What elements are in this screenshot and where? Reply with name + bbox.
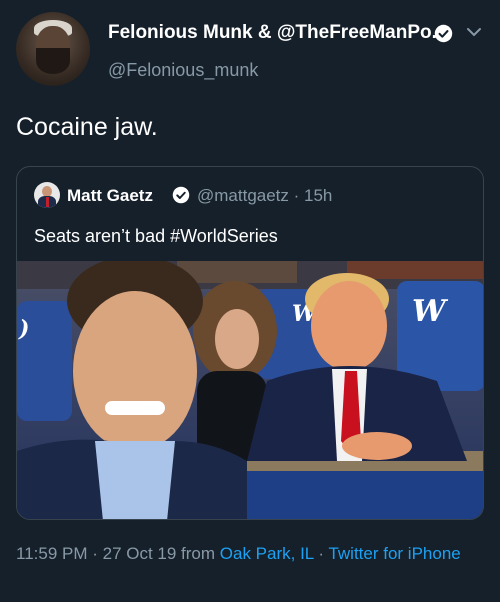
svg-text:W: W <box>412 294 449 329</box>
photo-illustration: W W ) <box>17 261 483 519</box>
tweet-meta: 11:59 PM · 27 Oct 19 from Oak Park, IL ·… <box>16 540 486 568</box>
verified-icon <box>172 186 190 204</box>
avatar-tie <box>46 197 49 207</box>
author-handle[interactable]: @Felonious_munk <box>108 60 258 81</box>
quoted-author-avatar <box>34 182 60 208</box>
svg-text:): ) <box>18 316 29 342</box>
quoted-tweet-card[interactable]: Matt Gaetz @mattgaetz · 15h Seats aren’t… <box>16 166 484 520</box>
location-link[interactable]: Oak Park, IL <box>220 544 314 563</box>
tweet-text: Cocaine jaw. <box>16 113 158 141</box>
separator: · <box>313 544 329 563</box>
quoted-tweet-text: Seats aren’t bad #WorldSeries <box>34 226 278 246</box>
timestamp[interactable]: 11:59 PM · 27 Oct 19 from <box>16 544 220 563</box>
avatar-beard <box>36 48 70 74</box>
verified-icon <box>434 24 453 43</box>
quoted-display-name: Matt Gaetz <box>67 186 153 205</box>
source-link[interactable]: Twitter for iPhone <box>328 544 460 563</box>
quoted-handle-time: @mattgaetz · 15h <box>197 186 333 205</box>
quoted-tweet-photo[interactable]: W W ) <box>17 261 483 519</box>
author-avatar[interactable] <box>16 12 90 86</box>
chevron-down-icon[interactable] <box>466 26 482 38</box>
author-display-name[interactable]: Felonious Munk & @TheFreeManPo... <box>108 22 447 44</box>
